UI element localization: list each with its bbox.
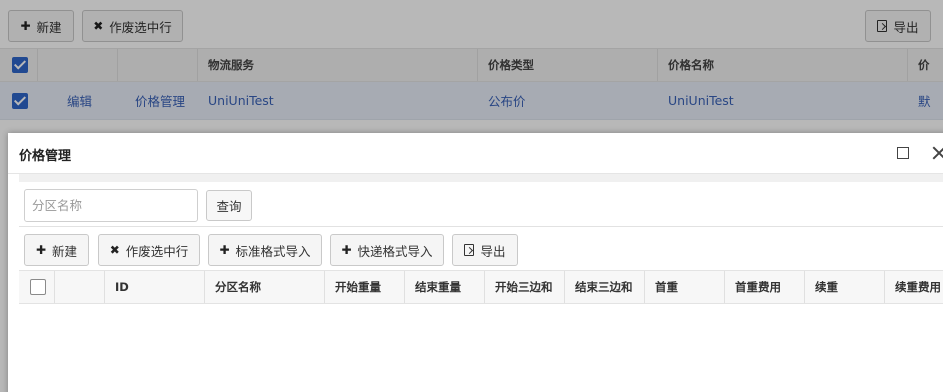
checkbox-unchecked-icon <box>30 279 46 295</box>
dialog-export-label: 导出 <box>480 243 506 259</box>
query-button-label: 查询 <box>216 199 242 214</box>
zone-col-extra-weight[interactable]: 续重 <box>805 271 885 303</box>
dialog-export-button[interactable]: 导出 <box>452 234 518 266</box>
standard-import-label: 标准格式导入 <box>235 243 311 259</box>
dialog-void-selected-button[interactable]: ✖ 作废选中行 <box>98 234 200 266</box>
divider <box>19 226 943 227</box>
plus-icon: ✚ <box>35 243 47 257</box>
plus-icon: ✚ <box>341 243 352 257</box>
zone-grid-header: ID 分区名称 开始重量 结束重量 开始三边和 结束三边和 首重 首重费用 续重… <box>19 270 943 304</box>
close-icon[interactable] <box>930 144 943 162</box>
dialog-body: 查询 ✚ 新建 ✖ 作废选中行 ✚ 标准格式导入 ✚ 快递格式导入 导出 <box>19 182 943 392</box>
export-icon <box>464 244 475 256</box>
zone-select-all[interactable] <box>19 271 55 303</box>
price-manage-dialog: 价格管理 查询 ✚ 新建 ✖ 作废选中行 ✚ 标准格式导入 ✚ 快递格式导入 导… <box>8 133 943 392</box>
zone-col-blank <box>55 271 105 303</box>
zone-col-zone-name[interactable]: 分区名称 <box>205 271 325 303</box>
dialog-title: 价格管理 <box>19 149 72 164</box>
zone-name-input[interactable] <box>24 189 198 222</box>
cross-icon: ✖ <box>109 243 120 257</box>
zone-col-first-weight-fee[interactable]: 首重费用 <box>725 271 805 303</box>
dialog-header: 价格管理 <box>8 133 943 174</box>
dialog-new-button[interactable]: ✚ 新建 <box>24 234 89 266</box>
zone-col-extra-weight-fee[interactable]: 续重费用 <box>885 271 943 303</box>
express-import-button[interactable]: ✚ 快递格式导入 <box>330 234 444 266</box>
dialog-new-label: 新建 <box>52 243 78 259</box>
standard-import-button[interactable]: ✚ 标准格式导入 <box>208 234 322 266</box>
zone-col-end-dim[interactable]: 结束三边和 <box>565 271 645 303</box>
dialog-void-selected-label: 作废选中行 <box>125 243 189 259</box>
query-button[interactable]: 查询 <box>206 190 252 221</box>
zone-col-start-dim[interactable]: 开始三边和 <box>485 271 565 303</box>
zone-col-id[interactable]: ID <box>105 271 205 303</box>
maximize-icon[interactable] <box>897 147 909 159</box>
plus-icon: ✚ <box>219 243 230 257</box>
express-import-label: 快递格式导入 <box>357 243 433 259</box>
zone-col-first-weight[interactable]: 首重 <box>645 271 725 303</box>
dialog-band <box>19 174 943 182</box>
zone-col-end-weight[interactable]: 结束重量 <box>405 271 485 303</box>
zone-col-start-weight[interactable]: 开始重量 <box>325 271 405 303</box>
